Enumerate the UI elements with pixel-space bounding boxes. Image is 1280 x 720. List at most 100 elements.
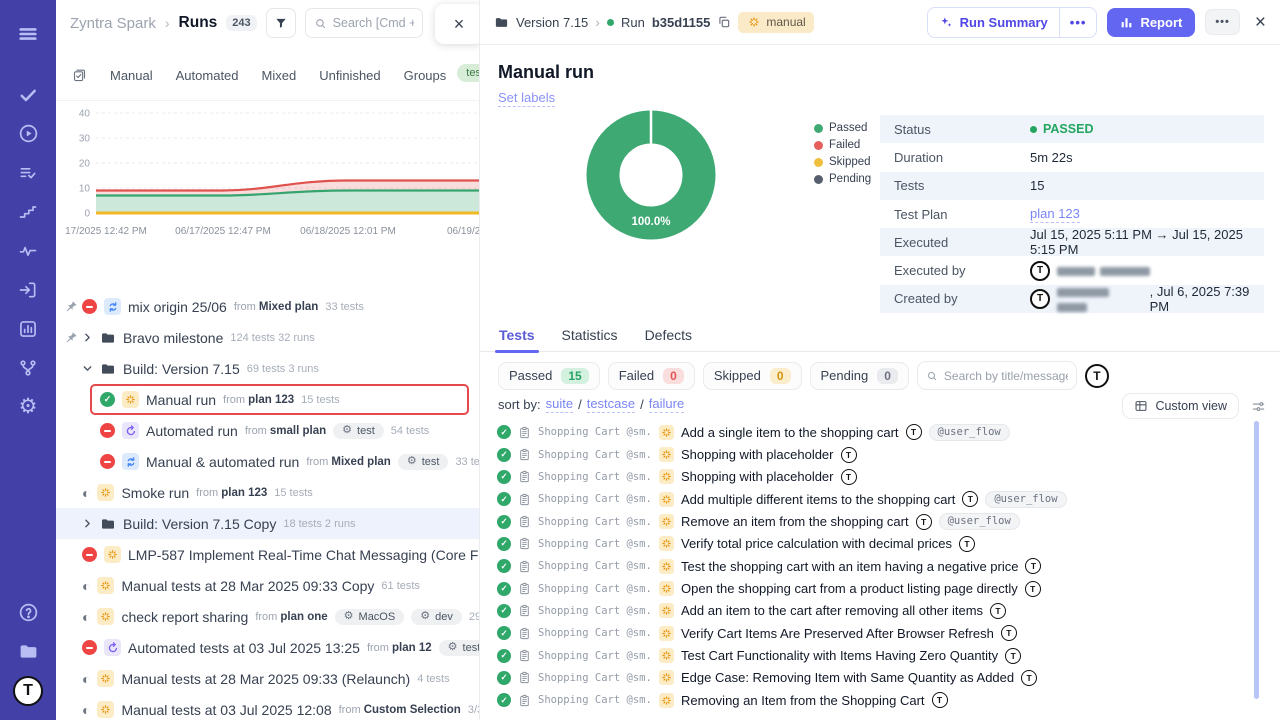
filter-skipped[interactable]: Skipped0 bbox=[703, 362, 802, 390]
runs-search-input[interactable] bbox=[333, 16, 414, 30]
tab-unfinished[interactable]: Unfinished bbox=[319, 68, 380, 83]
assignee-avatar[interactable]: T bbox=[1085, 364, 1109, 388]
test-plan-link[interactable]: plan 123 bbox=[1030, 206, 1080, 223]
chevron-down-icon[interactable] bbox=[82, 363, 93, 374]
filter-button[interactable] bbox=[266, 8, 296, 38]
test-row[interactable]: ✓Shopping Cart @sm...Removing an Item fr… bbox=[480, 689, 1280, 711]
run-tree-item[interactable]: Automated tests at 03 Jul 2025 13:25from… bbox=[56, 632, 479, 663]
run-title: Automated run bbox=[146, 423, 238, 439]
copy-icon[interactable] bbox=[717, 15, 731, 29]
tab-automated[interactable]: Automated bbox=[176, 68, 239, 83]
analytics-icon[interactable] bbox=[8, 309, 48, 348]
run-tree-item[interactable]: Build: Version 7.15 Copy18 tests 2 runs bbox=[56, 508, 479, 539]
tab-tests[interactable]: Tests bbox=[499, 327, 535, 351]
run-detail-header: Version 7.15 › Run b35d1155 manual Run S… bbox=[480, 0, 1280, 45]
test-row[interactable]: ✓Shopping Cart @sm...Edge Case: Removing… bbox=[480, 667, 1280, 689]
display-settings-icon[interactable] bbox=[1251, 399, 1266, 414]
table-settings-icon bbox=[1134, 399, 1148, 413]
test-row[interactable]: ✓Shopping Cart @sm...Add an item to the … bbox=[480, 600, 1280, 622]
test-row[interactable]: ✓Shopping Cart @sm...Remove an item from… bbox=[480, 510, 1280, 532]
tab-defects[interactable]: Defects bbox=[645, 327, 692, 351]
custom-view-button[interactable]: Custom view bbox=[1122, 393, 1239, 419]
filter-failed[interactable]: Failed0 bbox=[608, 362, 695, 390]
run-tree-item[interactable]: LMP-587 Implement Real-Time Chat Messagi… bbox=[56, 539, 479, 570]
breadcrumb-project[interactable]: Zyntra Spark bbox=[70, 15, 156, 32]
settings-gear-icon[interactable]: ⚙ bbox=[8, 387, 48, 426]
legend-dot bbox=[814, 175, 823, 184]
run-tree-item[interactable]: ◐check report sharingfrom plan one⚙MacOS… bbox=[56, 601, 479, 632]
filter-pending[interactable]: Pending0 bbox=[810, 362, 909, 390]
test-suite: Shopping Cart @sm... bbox=[538, 672, 652, 684]
test-assignee-avatar: T bbox=[1025, 581, 1041, 597]
automated-run-icon bbox=[104, 639, 121, 656]
test-row[interactable]: ✓Shopping Cart @sm...Add multiple differ… bbox=[480, 488, 1280, 510]
menu-icon[interactable] bbox=[8, 14, 48, 53]
steps-icon[interactable] bbox=[8, 192, 48, 231]
import-icon[interactable] bbox=[8, 270, 48, 309]
run-tree-item[interactable]: ✓Manual runfrom plan 12315 tests bbox=[56, 384, 479, 415]
testcase-icon bbox=[518, 515, 531, 528]
passed-check-icon: ✓ bbox=[497, 492, 511, 506]
sort-by-failure[interactable]: failure bbox=[649, 396, 684, 413]
testcase-icon bbox=[518, 671, 531, 684]
tests-search-input[interactable] bbox=[944, 369, 1068, 383]
legend-item: Skipped bbox=[814, 156, 871, 168]
run-summary-more-button[interactable]: ••• bbox=[1059, 8, 1097, 37]
tab-statistics[interactable]: Statistics bbox=[562, 327, 618, 351]
run-summary-button[interactable]: Run Summary bbox=[928, 8, 1059, 37]
help-icon[interactable] bbox=[8, 593, 48, 632]
legend-dot bbox=[814, 124, 823, 133]
tasks-check-icon[interactable] bbox=[8, 75, 48, 114]
run-tree-item[interactable]: ◐Manual tests at 28 Mar 2025 09:33 Copy6… bbox=[56, 570, 479, 601]
list-check-icon[interactable] bbox=[8, 153, 48, 192]
tab-manual[interactable]: Manual bbox=[110, 68, 153, 83]
chevron-right-icon[interactable] bbox=[82, 518, 93, 529]
test-row[interactable]: ✓Shopping Cart @sm...Open the shopping c… bbox=[480, 577, 1280, 599]
run-detail-panel: Version 7.15 › Run b35d1155 manual Run S… bbox=[480, 0, 1280, 720]
more-actions-button[interactable]: ••• bbox=[1205, 9, 1240, 35]
set-labels-link[interactable]: Set labels bbox=[498, 90, 555, 107]
sparkle-icon bbox=[939, 15, 953, 29]
sort-by-testcase[interactable]: testcase bbox=[587, 396, 635, 413]
results-donut-chart: 100.0% bbox=[586, 110, 716, 240]
scrollbar-thumb[interactable] bbox=[1254, 421, 1259, 699]
report-button[interactable]: Report bbox=[1107, 8, 1195, 37]
runs-search[interactable] bbox=[305, 8, 423, 38]
testcase-icon bbox=[518, 537, 531, 550]
run-tree-item[interactable]: ◐Smoke runfrom plan 12315 tests bbox=[56, 477, 479, 508]
projects-folder-icon[interactable] bbox=[8, 632, 48, 671]
panel-close-button[interactable]: × bbox=[435, 4, 480, 44]
detail-close-button[interactable]: × bbox=[1255, 13, 1266, 32]
filter-passed[interactable]: Passed15 bbox=[498, 362, 600, 390]
play-circle-icon[interactable] bbox=[8, 114, 48, 153]
run-tree-item[interactable]: mix origin 25/06from Mixed plan33 tests bbox=[56, 291, 479, 322]
pulse-icon[interactable] bbox=[8, 231, 48, 270]
test-row[interactable]: ✓Shopping Cart @sm...Test the shopping c… bbox=[480, 555, 1280, 577]
avatar-icon[interactable]: T bbox=[8, 671, 48, 710]
test-row[interactable]: ✓Shopping Cart @sm...Verify Cart Items A… bbox=[480, 622, 1280, 644]
branch-icon[interactable] bbox=[8, 348, 48, 387]
passed-check-icon: ✓ bbox=[497, 693, 511, 707]
passed-check-icon: ✓ bbox=[497, 537, 511, 551]
test-row[interactable]: ✓Shopping Cart @sm...Shopping with place… bbox=[480, 466, 1280, 488]
test-row[interactable]: ✓Shopping Cart @sm...Shopping with place… bbox=[480, 443, 1280, 465]
tab-groups[interactable]: Groups bbox=[404, 68, 447, 83]
run-tree-item[interactable]: Build: Version 7.1569 tests 3 runs bbox=[56, 353, 479, 384]
run-tree-item[interactable]: ◐Manual tests at 28 Mar 2025 09:33 (Rela… bbox=[56, 663, 479, 694]
test-title: Shopping with placeholder bbox=[681, 447, 834, 462]
tab-chip-test[interactable]: test bbox=[457, 64, 480, 82]
run-tree-item[interactable]: Bravo milestone124 tests 32 runs bbox=[56, 322, 479, 353]
run-tree-item[interactable]: Manual & automated runfrom Mixed plan⚙te… bbox=[56, 446, 479, 477]
run-tree-item[interactable]: ◐Manual tests at 03 Jul 2025 12:08from C… bbox=[56, 694, 479, 720]
test-row[interactable]: ✓Shopping Cart @sm...Verify total price … bbox=[480, 533, 1280, 555]
tests-search[interactable] bbox=[917, 361, 1077, 390]
breadcrumb-version[interactable]: Version 7.15 bbox=[516, 15, 588, 30]
test-row[interactable]: ✓Shopping Cart @sm...Test Cart Functiona… bbox=[480, 644, 1280, 666]
sort-by-suite[interactable]: suite bbox=[546, 396, 573, 413]
tab-mixed[interactable]: Mixed bbox=[262, 68, 297, 83]
chevron-right-icon[interactable] bbox=[82, 332, 93, 343]
compare-runs-icon[interactable] bbox=[72, 68, 87, 83]
test-row[interactable]: ✓Shopping Cart @sm...Add a single item t… bbox=[480, 421, 1280, 443]
run-tree-item[interactable]: Automated runfrom small plan⚙test54 test… bbox=[56, 415, 479, 446]
test-suite: Shopping Cart @sm... bbox=[538, 627, 652, 639]
